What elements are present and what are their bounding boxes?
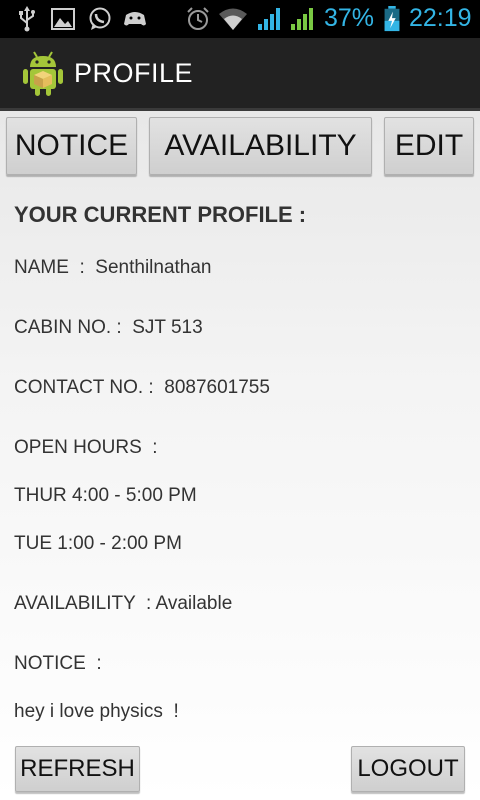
app-screen: 37% 22:19 PROFILE NOTICE AVAILABILITY ED… <box>0 0 480 800</box>
android-icon[interactable] <box>22 50 64 98</box>
notice-text: hey i love physics ! <box>14 701 179 722</box>
logout-button[interactable]: LOGOUT <box>351 746 465 792</box>
edit-button[interactable]: EDIT <box>384 117 474 175</box>
cabin-line: CABIN NO. : SJT 513 <box>14 317 203 338</box>
usb-icon <box>19 6 35 32</box>
battery-charging-icon <box>384 6 400 32</box>
notice-button[interactable]: NOTICE <box>6 117 137 175</box>
availability-line: AVAILABILITY : Available <box>14 593 233 614</box>
content-area: NOTICE AVAILABILITY EDIT YOUR CURRENT PR… <box>0 111 480 800</box>
refresh-button[interactable]: REFRESH <box>15 746 140 792</box>
clock: 22:19 <box>409 4 472 32</box>
signal-icon <box>258 8 280 30</box>
status-bar: 37% 22:19 <box>0 0 480 38</box>
signal-icon <box>291 8 313 30</box>
name-line: NAME : Senthilnathan <box>14 257 212 278</box>
gamepad-icon <box>124 12 146 26</box>
image-icon <box>51 8 75 30</box>
action-bar: PROFILE <box>0 38 480 111</box>
wifi-icon <box>219 8 247 30</box>
page-title: PROFILE <box>74 58 194 88</box>
profile-heading: YOUR CURRENT PROFILE : <box>14 202 307 227</box>
battery-percent: 37% <box>324 4 375 32</box>
open-hours-label: OPEN HOURS : <box>14 437 158 458</box>
whatsapp-icon <box>89 7 111 30</box>
alarm-icon <box>187 7 209 30</box>
contact-line: CONTACT NO. : 8087601755 <box>14 377 270 398</box>
availability-button[interactable]: AVAILABILITY <box>149 117 372 175</box>
hours-line: THUR 4:00 - 5:00 PM <box>14 485 197 506</box>
hours-line: TUE 1:00 - 2:00 PM <box>14 533 182 554</box>
notice-label: NOTICE : <box>14 653 102 674</box>
